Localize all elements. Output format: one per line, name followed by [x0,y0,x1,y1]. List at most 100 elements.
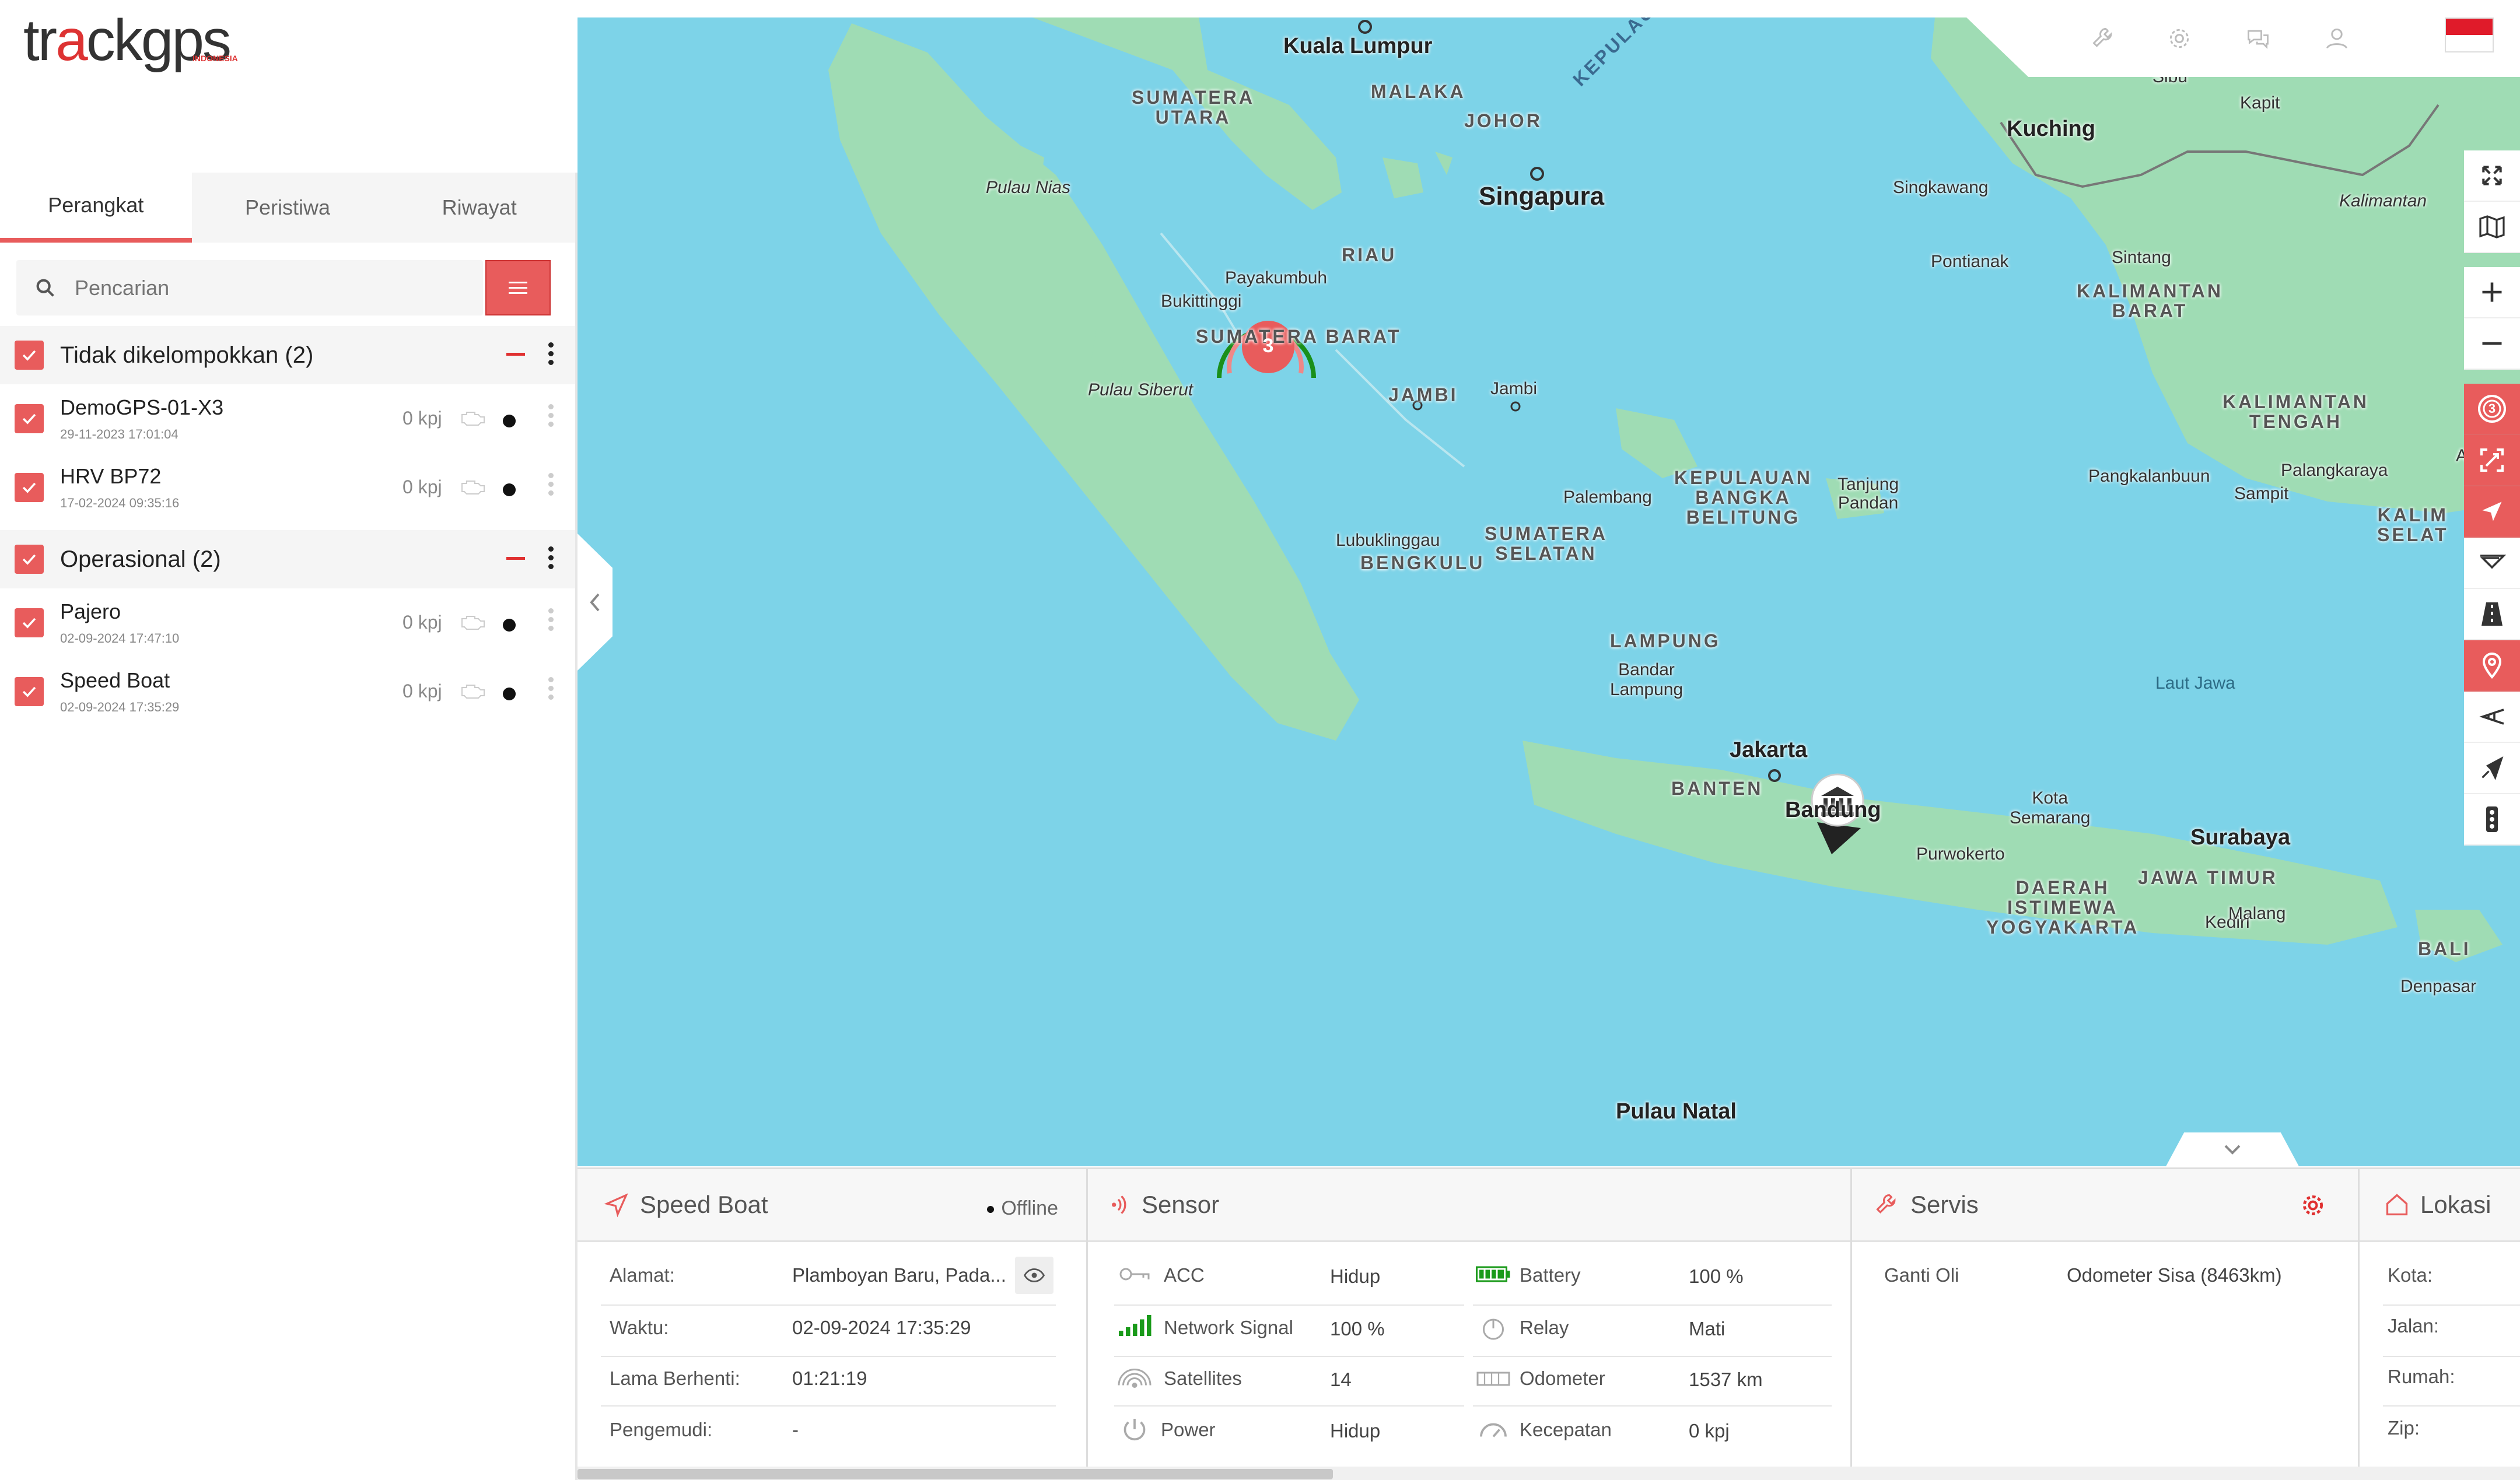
group-checkbox[interactable] [15,545,44,574]
odometer-icon [1476,1372,1510,1386]
scrollbar-thumb[interactable] [578,1469,1333,1479]
logo[interactable]: trackgps [23,7,232,73]
zoom-in-button[interactable] [2464,267,2520,318]
send-command-button[interactable] [2464,743,2520,794]
device-checkbox[interactable] [15,404,44,433]
search-icon [36,279,54,297]
group-header-ungrouped[interactable]: Tidak dikelompokkan (2) [0,326,575,384]
map-label-kalimantan: Kalimantan [2339,191,2427,211]
sensor-speed-value: 0 kpj [1689,1420,1730,1442]
tab-riwayat[interactable]: Riwayat [383,173,575,243]
device-menu-icon[interactable] [548,677,554,700]
list-menu-button[interactable] [485,260,551,315]
time-label: Waktu: [610,1317,669,1338]
device-speed: 0 kpj [402,408,442,429]
service-settings-gear-icon[interactable] [2300,1193,2326,1218]
road-icon [2482,602,2502,626]
fullscreen-button[interactable] [2464,150,2520,202]
device-row[interactable]: Pajero 02-09-2024 17:47:10 0 kpj [0,588,575,657]
map-label-kalimantan-tengah: KALIMANTAN TENGAH [2222,391,2369,432]
map-label-jambi-province: JAMBI [1388,384,1458,405]
map-label-jakarta: Jakarta [1730,738,1808,762]
toggle-bottom-panel-button[interactable] [2165,1132,2300,1167]
follow-button[interactable] [2464,486,2520,538]
status-dot [503,415,516,427]
search-box [16,260,483,315]
cluster-toggle-button[interactable]: 3 [2464,384,2520,435]
device-menu-icon[interactable] [548,608,554,631]
group-header-operasional[interactable]: Operasional (2) [0,530,575,588]
user-icon[interactable] [2322,23,2352,54]
sensor-relay-value: Mati [1689,1318,1726,1339]
device-checkbox[interactable] [15,473,44,502]
map-label-denpasar: Denpasar [2400,977,2477,996]
speedometer-icon [1480,1423,1507,1437]
traffic-light-button[interactable] [2464,794,2520,846]
service-card: Servis Ganti Oli Odometer Sisa (8463km) [1852,1169,2360,1467]
minus-icon [2482,342,2502,345]
wrench-icon[interactable] [2088,23,2119,54]
map-label-pulau-nias: Pulau Nias [986,178,1071,197]
map-label-bandung: Bandung [1785,798,1881,822]
fit-bounds-button[interactable] [2464,435,2520,486]
device-row[interactable]: HRV BP72 17-02-2024 09:35:16 0 kpj [0,453,575,522]
service-card-header: Servis [1852,1169,2358,1242]
chat-icon[interactable] [2243,23,2273,54]
search-row [0,243,575,321]
tab-bar: Perangkat Peristiwa Riwayat [0,173,575,243]
row-divider [601,1356,1056,1357]
map-label-kuala-lumpur: Kuala Lumpur [1283,34,1433,58]
status-dot [503,619,516,632]
row-divider [1473,1304,1832,1306]
tab-peristiwa[interactable]: Peristiwa [192,173,384,243]
map-layers-button[interactable] [2464,202,2520,253]
zoom-out-button[interactable] [2464,318,2520,370]
device-menu-icon[interactable] [548,404,554,427]
map-label-payakumbuh: Payakumbuh [1225,268,1328,287]
map-label-lampung: LAMPUNG [1610,630,1721,651]
device-checkbox[interactable] [15,677,44,706]
stop-duration-value: 01:21:19 [792,1367,867,1389]
route-icon [2480,555,2506,569]
detail-panel: Speed Boat Offline Alamat: Plamboyan Bar… [578,1167,2520,1480]
device-row[interactable]: DemoGPS-01-X3 29-11-2023 17:01:04 0 kpj [0,384,575,453]
device-time: 02-09-2024 17:35:29 [60,700,180,714]
gear-icon[interactable] [2164,23,2194,54]
device-time: 17-02-2024 09:35:16 [60,496,180,510]
language-flag-icon[interactable] [2445,17,2494,52]
driver-value: - [792,1419,799,1440]
sensor-card-header: Sensor [1088,1169,1850,1242]
map-label-pangkalanbuun: Pangkalanbuun [2088,467,2210,486]
row-divider [1473,1405,1832,1407]
sensor-card-title: Sensor [1142,1191,1220,1218]
horizontal-scrollbar[interactable] [578,1467,2520,1480]
map-label-palembang: Palembang [1563,488,1652,507]
poi-button[interactable] [2464,640,2520,692]
sensor-power-label: Power [1161,1419,1216,1440]
group-checkbox[interactable] [15,341,44,370]
group-menu-icon[interactable] [548,342,554,365]
show-address-button[interactable] [1015,1257,1054,1294]
group-label: Operasional (2) [60,546,221,572]
location-card-header: Lokasi [2360,1169,2520,1242]
collapse-group-button[interactable] [506,557,525,560]
battery-icon [1476,1266,1510,1282]
device-checkbox[interactable] [15,608,44,637]
group-menu-icon[interactable] [548,546,554,569]
device-row[interactable]: Speed Boat 02-09-2024 17:35:29 0 kpj [0,657,575,726]
map-label-jawa-timur: JAWA TIMUR [2138,867,2278,888]
device-menu-icon[interactable] [548,473,554,496]
map-canvas[interactable]: Kuala Lumpur MALAKA JOHOR Singapura KEPU… [578,0,2520,1166]
time-value: 02-09-2024 17:35:29 [792,1317,971,1338]
search-input[interactable] [75,275,425,300]
road-button[interactable] [2464,589,2520,640]
relay-icon [1483,1318,1504,1340]
geofence-button[interactable] [2464,692,2520,743]
collapse-group-button[interactable] [506,353,525,356]
tab-perangkat[interactable]: Perangkat [0,173,192,243]
map-landmass [828,0,2520,962]
sensor-odometer-value: 1537 km [1689,1369,1763,1390]
route-button[interactable] [2464,538,2520,589]
map-label-sintang: Sintang [2112,248,2171,267]
location-house-label: Rumah: [2388,1366,2455,1387]
